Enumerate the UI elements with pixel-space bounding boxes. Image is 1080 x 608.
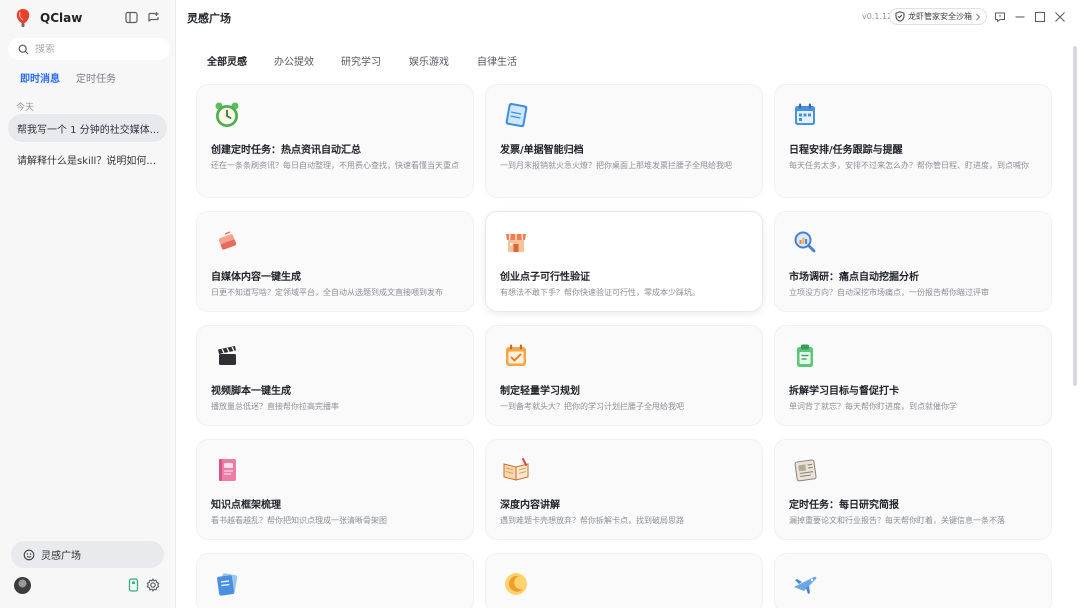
category-tab-office[interactable]: 办公提效 xyxy=(274,53,314,68)
documents-icon xyxy=(211,568,243,600)
inspiration-card[interactable] xyxy=(774,553,1052,608)
avatar[interactable] xyxy=(14,577,31,594)
inspiration-card[interactable]: 深度内容讲解 遇到难题卡壳想放弃？帮你拆解卡点，找到破局思路 xyxy=(485,439,763,540)
version-label: v0.1.12 xyxy=(862,12,893,21)
chat-item[interactable]: 请解释什么是skill？说明如何... xyxy=(8,145,167,173)
sidebar: QClaw 即时消息 定时任务 今天 帮我写一个 1 分钟的社交媒体... 请解… xyxy=(0,0,176,608)
moon-icon xyxy=(500,568,532,600)
card-description: 看书越看越乱？帮你把知识点理成一张清晰骨架图 xyxy=(211,516,387,525)
smile-icon xyxy=(23,549,35,560)
inspiration-card[interactable]: 制定轻量学习规划 一到备考就头大？把你的学习计划拦腰子全甩给我吧 xyxy=(485,325,763,426)
card-description: 单词背了就忘？每天帮你盯进度，到点就催你学 xyxy=(789,402,957,411)
alarm-clock-icon xyxy=(211,99,243,131)
settings-gear-icon[interactable] xyxy=(145,577,161,593)
card-title: 自媒体内容一键生成 xyxy=(211,272,301,283)
new-chat-icon[interactable] xyxy=(145,9,161,25)
chevron-right-icon xyxy=(976,13,981,20)
card-description: 播放量总低迷？直接帮你拉高完播率 xyxy=(211,402,339,411)
inspiration-card[interactable]: 发票/单据智能归档 一到月末报销就火急火燎？把你桌面上那堆发票拦腰子全甩给我吧 xyxy=(485,84,763,198)
sidebar-tabs: 即时消息 定时任务 xyxy=(20,70,116,89)
inspiration-card[interactable]: 市场调研：痛点自动挖掘分析 立项没方向？自动深挖市场痛点，一份报告帮你瞄过评审 xyxy=(774,211,1052,312)
phone-icon[interactable] xyxy=(125,577,141,593)
card-title: 日程安排/任务跟踪与提醒 xyxy=(789,145,903,156)
shield-icon xyxy=(895,11,905,22)
app-name: QClaw xyxy=(40,11,83,25)
card-title: 深度内容讲解 xyxy=(500,500,560,511)
inspiration-square-button[interactable]: 灵感广场 xyxy=(11,541,164,568)
card-title: 定时任务：每日研究简报 xyxy=(789,500,899,511)
eraser-icon xyxy=(211,226,243,258)
inspiration-card[interactable]: 定时任务：每日研究简报 漏掉重要论文和行业报告？每天帮你盯着，关键信息一条不落 xyxy=(774,439,1052,540)
storefront-icon xyxy=(500,226,532,258)
clapperboard-icon xyxy=(211,340,243,372)
card-title: 创建定时任务：热点资讯自动汇总 xyxy=(211,145,361,156)
inspiration-card[interactable]: 视频脚本一键生成 播放量总低迷？直接帮你拉高完播率 xyxy=(196,325,474,426)
search-icon xyxy=(18,44,29,54)
category-tab-entertainment[interactable]: 娱乐游戏 xyxy=(409,53,449,68)
close-icon[interactable] xyxy=(1053,10,1067,24)
search-input[interactable] xyxy=(35,43,155,55)
calendar-icon xyxy=(789,99,821,131)
card-description: 漏掉重要论文和行业报告？每天帮你盯着，关键信息一条不落 xyxy=(789,516,1005,525)
card-description: 每天任务太多，安排不过来怎么办？帮你管日程、盯进度，到点喊你 xyxy=(789,161,1029,170)
card-title: 制定轻量学习规划 xyxy=(500,386,580,397)
category-tab-all[interactable]: 全部灵感 xyxy=(207,53,247,68)
search-box[interactable] xyxy=(8,38,170,60)
planner-icon xyxy=(500,340,532,372)
inspiration-card[interactable]: 拆解学习目标与督促打卡 单词背了就忘？每天帮你盯进度，到点就催你学 xyxy=(774,325,1052,426)
sidebar-toggle-icon[interactable] xyxy=(123,9,139,25)
open-book-icon xyxy=(500,454,532,486)
inspiration-label: 灵感广场 xyxy=(41,551,81,562)
category-tab-self-discipline[interactable]: 自律生活 xyxy=(477,53,517,68)
tab-instant-messages[interactable]: 即时消息 xyxy=(20,70,60,89)
chat-group-label: 今天 xyxy=(16,103,35,113)
card-description: 立项没方向？自动深挖市场痛点，一份报告帮你瞄过评审 xyxy=(789,288,989,297)
brand: QClaw xyxy=(14,8,82,28)
maximize-icon[interactable] xyxy=(1033,10,1047,24)
card-title: 发票/单据智能归档 xyxy=(500,145,584,156)
tab-scheduled-tasks[interactable]: 定时任务 xyxy=(76,70,116,89)
card-description: 遇到难题卡壳想放弃？帮你拆解卡点，找到破局思路 xyxy=(500,516,684,525)
book-icon xyxy=(211,454,243,486)
card-description: 日更不知道写啥？定领域平台，全自动从选题到成文直接喂到发布 xyxy=(211,288,443,297)
feedback-icon[interactable] xyxy=(993,10,1007,24)
card-description: 一到月末报销就火急火燎？把你桌面上那堆发票拦腰子全甩给我吧 xyxy=(500,161,732,170)
inspiration-card[interactable]: 创建定时任务：热点资讯自动汇总 还在一条条刷资讯？每日自动整理，不用费心查找，快… xyxy=(196,84,474,198)
card-title: 创业点子可行性验证 xyxy=(500,272,590,283)
inspiration-card[interactable] xyxy=(196,553,474,608)
inspiration-card[interactable]: 知识点框架梳理 看书越看越乱？帮你把知识点理成一张清晰骨架图 xyxy=(196,439,474,540)
app-logo-icon xyxy=(16,9,30,27)
inspiration-card[interactable]: 日程安排/任务跟踪与提醒 每天任务太多，安排不过来怎么办？帮你管日程、盯进度，到… xyxy=(774,84,1052,198)
chat-item[interactable]: 帮我写一个 1 分钟的社交媒体... xyxy=(8,114,167,142)
newspaper-icon xyxy=(789,454,821,486)
card-title: 拆解学习目标与督促打卡 xyxy=(789,386,899,397)
clipboard-icon xyxy=(789,340,821,372)
scrollbar-thumb[interactable] xyxy=(1073,46,1077,386)
inspiration-card[interactable]: 自媒体内容一键生成 日更不知道写啥？定领域平台，全自动从选题到成文直接喂到发布 xyxy=(196,211,474,312)
page-title: 灵感广场 xyxy=(187,12,231,25)
card-title: 知识点框架梳理 xyxy=(211,500,281,511)
inspiration-card[interactable] xyxy=(485,553,763,608)
security-sandbox-chip[interactable]: 龙虾管家安全沙箱 xyxy=(889,8,987,25)
category-tab-research[interactable]: 研究学习 xyxy=(341,53,381,68)
card-description: 还在一条条刷资讯？每日自动整理，不用费心查找，快速看懂当天重点 xyxy=(211,161,459,170)
card-title: 市场调研：痛点自动挖掘分析 xyxy=(789,272,919,283)
minimize-icon[interactable] xyxy=(1013,10,1027,24)
card-description: 有想法不敢下手？帮你快速验证可行性，零成本少踩坑。 xyxy=(500,288,700,297)
notebook-icon xyxy=(500,99,532,131)
security-label: 龙虾管家安全沙箱 xyxy=(908,12,972,21)
airplane-icon xyxy=(789,568,821,600)
inspiration-card[interactable]: 创业点子可行性验证 有想法不敢下手？帮你快速验证可行性，零成本少踩坑。 xyxy=(485,211,763,312)
magnifier-chart-icon xyxy=(789,226,821,258)
card-description: 一到备考就头大？把你的学习计划拦腰子全甩给我吧 xyxy=(500,402,684,411)
card-title: 视频脚本一键生成 xyxy=(211,386,291,397)
